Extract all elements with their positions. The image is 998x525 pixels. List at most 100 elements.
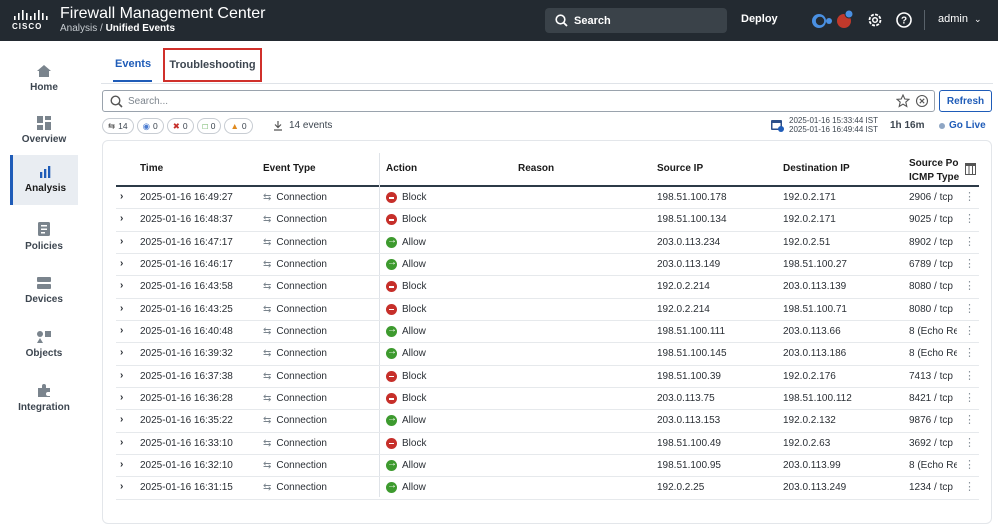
table-row[interactable]: › 2025-01-16 16:49:27 ⇆ Connection Block 198.… bbox=[116, 187, 979, 210]
column-settings-icon[interactable] bbox=[965, 163, 976, 175]
download-icon[interactable] bbox=[273, 120, 283, 131]
security-intel-events-chip[interactable]: ▲ 0 bbox=[224, 118, 253, 134]
table-row[interactable]: › 2025-01-16 16:36:28 ⇆ Connection Block 203.… bbox=[116, 388, 979, 411]
sidebar-item-home[interactable]: Home bbox=[10, 54, 78, 102]
user-menu[interactable]: admin ⌄ bbox=[938, 13, 982, 25]
expand-row-icon[interactable]: › bbox=[120, 258, 123, 269]
table-row[interactable]: › 2025-01-16 16:40:48 ⇆ Connection Allow 198.… bbox=[116, 321, 979, 344]
more-options-icon[interactable]: ⋮ bbox=[964, 212, 975, 225]
table-row[interactable]: › 2025-01-16 16:32:10 ⇆ Connection Allow 198.… bbox=[116, 455, 979, 478]
expand-row-icon[interactable]: › bbox=[120, 213, 123, 224]
cell-time: 2025-01-16 16:49:27 bbox=[140, 192, 233, 203]
malware-events-chip[interactable]: ✖ 0 bbox=[166, 118, 194, 134]
tab-events[interactable]: Events bbox=[115, 58, 151, 70]
more-options-icon[interactable]: ⋮ bbox=[964, 257, 975, 270]
sidebar-item-label: Objects bbox=[25, 347, 63, 359]
column-header-source-port[interactable]: Source Port / ICMP Type bbox=[909, 157, 959, 185]
sidebar-item-objects[interactable]: Objects bbox=[10, 320, 78, 368]
column-header-event-type[interactable]: Event Type bbox=[263, 163, 316, 174]
table-row[interactable]: › 2025-01-16 16:46:17 ⇆ Connection Allow 203.… bbox=[116, 254, 979, 277]
expand-row-icon[interactable]: › bbox=[120, 437, 123, 448]
action-label: Block bbox=[402, 281, 427, 293]
sidebar-item-devices[interactable]: Devices bbox=[10, 266, 78, 314]
file-events-chip[interactable]: □ 0 bbox=[196, 118, 222, 134]
more-options-icon[interactable]: ⋮ bbox=[964, 190, 975, 203]
more-options-icon[interactable]: ⋮ bbox=[964, 324, 975, 337]
table-row[interactable]: › 2025-01-16 16:48:37 ⇆ Connection Block 198.… bbox=[116, 209, 979, 232]
time-range-picker[interactable]: 2025-01-16 15:33:44 IST 2025-01-16 16:49… bbox=[770, 116, 878, 134]
more-options-icon[interactable]: ⋮ bbox=[964, 480, 975, 493]
go-live-button[interactable]: Go Live bbox=[939, 120, 986, 131]
global-search-button[interactable]: Search bbox=[545, 8, 727, 33]
table-row[interactable]: › 2025-01-16 16:33:10 ⇆ Connection Block 198.… bbox=[116, 433, 979, 456]
tab-troubleshooting[interactable]: Troubleshooting bbox=[163, 48, 262, 82]
cell-source-ip: 198.51.100.111 bbox=[657, 326, 726, 338]
expand-row-icon[interactable]: › bbox=[120, 280, 123, 291]
column-header-action[interactable]: Action bbox=[386, 163, 417, 174]
cell-destination-ip: 198.51.100.71 bbox=[783, 303, 847, 315]
range-start: 2025-01-16 15:33:44 IST bbox=[789, 116, 878, 125]
connection-icon: ⇆ bbox=[263, 214, 272, 226]
expand-row-icon[interactable]: › bbox=[120, 303, 123, 314]
help-icon[interactable]: ? bbox=[895, 11, 913, 29]
event-type-label: Connection bbox=[276, 326, 327, 338]
refresh-button[interactable]: Refresh bbox=[939, 90, 992, 112]
clear-icon[interactable] bbox=[915, 94, 929, 108]
star-icon[interactable] bbox=[896, 94, 910, 108]
policies-icon bbox=[38, 221, 50, 236]
more-options-icon[interactable]: ⋮ bbox=[964, 369, 975, 382]
table-row[interactable]: › 2025-01-16 16:39:32 ⇆ Connection Allow 198.… bbox=[116, 343, 979, 366]
expand-row-icon[interactable]: › bbox=[120, 414, 123, 425]
action-label: Allow bbox=[402, 259, 426, 271]
sidebar-item-integration[interactable]: Integration bbox=[10, 374, 78, 422]
table-row[interactable]: › 2025-01-16 16:35:22 ⇆ Connection Allow 203.… bbox=[116, 410, 979, 433]
more-options-icon[interactable]: ⋮ bbox=[964, 391, 975, 404]
cell-time: 2025-01-16 16:37:38 bbox=[140, 370, 233, 382]
expand-row-icon[interactable]: › bbox=[120, 325, 123, 336]
column-header-time[interactable]: Time bbox=[140, 163, 163, 174]
expand-row-icon[interactable]: › bbox=[120, 347, 123, 358]
event-search-bar bbox=[102, 90, 935, 112]
deploy-button[interactable]: Deploy bbox=[741, 13, 778, 25]
cell-source-port: 3692 / tcp bbox=[909, 437, 953, 449]
action-label: Block bbox=[402, 370, 427, 382]
table-row[interactable]: › 2025-01-16 16:31:15 ⇆ Connection Allow 192.… bbox=[116, 477, 979, 500]
table-row[interactable]: › 2025-01-16 16:43:25 ⇆ Connection Block 192.… bbox=[116, 299, 979, 322]
sidebar-item-analysis[interactable]: Analysis bbox=[10, 155, 78, 205]
table-row[interactable]: › 2025-01-16 16:37:38 ⇆ Connection Block 198.… bbox=[116, 366, 979, 389]
connection-events-chip[interactable]: ⇆ 14 bbox=[102, 118, 134, 134]
connection-icon: ⇆ bbox=[108, 120, 116, 131]
source-port-header-line1: Source Port / bbox=[909, 158, 959, 169]
expand-row-icon[interactable]: › bbox=[120, 481, 123, 492]
more-options-icon[interactable]: ⋮ bbox=[964, 302, 975, 315]
objects-icon bbox=[37, 330, 51, 343]
column-header-reason[interactable]: Reason bbox=[518, 163, 554, 174]
column-header-source-ip[interactable]: Source IP bbox=[657, 163, 703, 174]
health-status-icon[interactable] bbox=[810, 9, 854, 31]
sidebar-item-overview[interactable]: Overview bbox=[10, 106, 78, 154]
more-options-icon[interactable]: ⋮ bbox=[964, 279, 975, 292]
expand-row-icon[interactable]: › bbox=[120, 392, 123, 403]
event-search-input[interactable] bbox=[128, 93, 828, 109]
cell-time: 2025-01-16 16:43:25 bbox=[140, 303, 233, 315]
more-options-icon[interactable]: ⋮ bbox=[964, 346, 975, 359]
search-icon bbox=[555, 14, 568, 27]
connection-icon: ⇆ bbox=[263, 259, 272, 271]
more-options-icon[interactable]: ⋮ bbox=[964, 458, 975, 471]
more-options-icon[interactable]: ⋮ bbox=[964, 413, 975, 426]
more-options-icon[interactable]: ⋮ bbox=[964, 436, 975, 449]
expand-row-icon[interactable]: › bbox=[120, 370, 123, 381]
column-header-destination-ip[interactable]: Destination IP bbox=[783, 163, 850, 174]
table-row[interactable]: › 2025-01-16 16:43:58 ⇆ Connection Block 192.… bbox=[116, 276, 979, 299]
expand-row-icon[interactable]: › bbox=[120, 459, 123, 470]
sidebar-item-policies[interactable]: Policies bbox=[10, 212, 78, 260]
table-row[interactable]: › 2025-01-16 16:47:17 ⇆ Connection Allow 203.… bbox=[116, 232, 979, 255]
breadcrumb-parent[interactable]: Analysis / bbox=[60, 23, 103, 34]
more-options-icon[interactable]: ⋮ bbox=[964, 235, 975, 248]
cell-event-type: ⇆ Connection bbox=[263, 438, 327, 449]
expand-row-icon[interactable]: › bbox=[120, 236, 123, 247]
expand-row-icon[interactable]: › bbox=[120, 191, 123, 202]
gear-icon[interactable] bbox=[866, 11, 884, 29]
connection-icon: ⇆ bbox=[263, 460, 272, 472]
intrusion-events-chip[interactable]: ◉ 0 bbox=[136, 118, 164, 134]
